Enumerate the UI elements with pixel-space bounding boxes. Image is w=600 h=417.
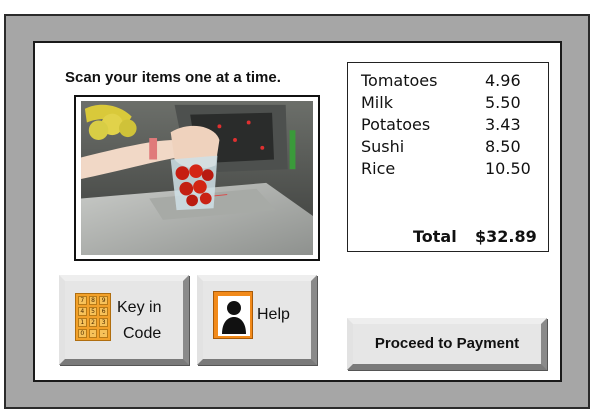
kiosk-screen: Scan your items one at a time. Tomatoes … xyxy=(33,41,562,382)
item-name: Sushi xyxy=(361,137,405,156)
item-name: Milk xyxy=(361,93,393,112)
help-button[interactable]: Help xyxy=(197,275,317,365)
receipt-item: Rice 10.50 xyxy=(361,159,541,181)
receipt-panel: Tomatoes 4.96 Milk 5.50 Potatoes 3.43 Su… xyxy=(347,62,549,252)
item-price: 10.50 xyxy=(485,159,531,178)
keypad-key: 1 xyxy=(78,318,87,327)
keypad-key: 0 xyxy=(78,329,87,338)
receipt-item: Sushi 8.50 xyxy=(361,137,541,159)
item-price: 8.50 xyxy=(485,137,521,156)
keypad-key: 3 xyxy=(99,318,108,327)
keypad-key: 2 xyxy=(88,318,98,327)
keypad-icon: 7 8 9 4 5 6 1 2 3 0 - - xyxy=(75,293,111,341)
keypad-key: 8 xyxy=(88,296,98,305)
keypad-key: 4 xyxy=(78,307,87,316)
receipt-item: Potatoes 3.43 xyxy=(361,115,541,137)
camera-feed xyxy=(74,95,320,261)
item-name: Tomatoes xyxy=(361,71,438,90)
button-face: Help xyxy=(203,281,311,359)
key-in-code-label: Code xyxy=(123,325,162,342)
keypad-key: 9 xyxy=(99,296,108,305)
keypad-key: - xyxy=(88,329,98,338)
key-in-code-label: Key in xyxy=(117,299,162,316)
receipt-item: Milk 5.50 xyxy=(361,93,541,115)
item-price: 3.43 xyxy=(485,115,521,134)
help-label: Help xyxy=(257,306,290,323)
total-label: Total xyxy=(413,227,457,246)
button-face: 7 8 9 4 5 6 1 2 3 0 - - Key in Code xyxy=(65,281,183,359)
keypad-key: 7 xyxy=(78,296,87,305)
button-face: Proceed to Payment xyxy=(353,324,541,364)
proceed-to-payment-label: Proceed to Payment xyxy=(374,335,520,352)
receipt-item: Tomatoes 4.96 xyxy=(361,71,541,93)
person-silhouette xyxy=(218,296,250,336)
person-icon xyxy=(213,291,253,339)
keypad-key: 6 xyxy=(99,307,108,316)
item-price: 5.50 xyxy=(485,93,521,112)
scan-instruction: Scan your items one at a time. xyxy=(65,69,281,86)
checkout-scanner-photo xyxy=(81,101,313,255)
total-value: $32.89 xyxy=(475,227,537,246)
item-name: Potatoes xyxy=(361,115,431,134)
item-name: Rice xyxy=(361,159,396,178)
key-in-code-button[interactable]: 7 8 9 4 5 6 1 2 3 0 - - Key in Code xyxy=(59,275,189,365)
item-price: 4.96 xyxy=(485,71,521,90)
keypad-key: 5 xyxy=(88,307,98,316)
proceed-to-payment-button[interactable]: Proceed to Payment xyxy=(347,318,547,370)
keypad-key: - xyxy=(99,329,108,338)
